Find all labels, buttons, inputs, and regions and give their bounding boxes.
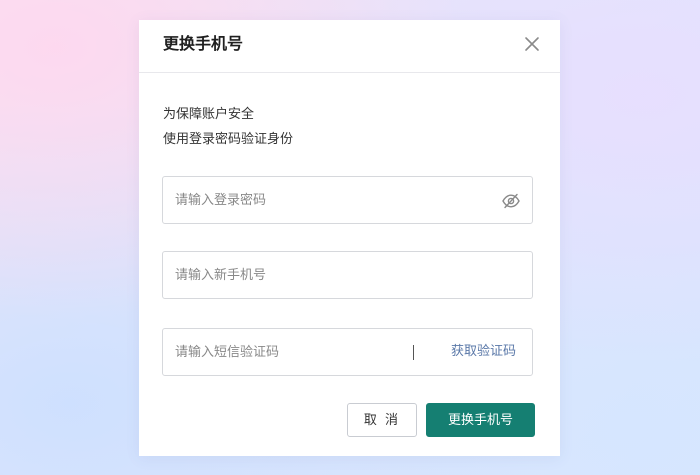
close-icon	[522, 34, 542, 54]
code-divider	[413, 345, 414, 360]
sms-code-input[interactable]	[175, 329, 405, 375]
notice-line-1: 为保障账户安全	[163, 107, 255, 122]
dialog-header: 更换手机号	[139, 20, 560, 73]
close-button[interactable]	[522, 34, 542, 54]
new-phone-field	[162, 251, 533, 299]
get-code-button[interactable]: 获取验证码	[451, 329, 516, 375]
confirm-change-phone-button[interactable]: 更换手机号	[426, 403, 535, 437]
change-phone-dialog: 更换手机号 为保障账户安全 使用登录密码验证身份 请输入新手机号 请输入短信验证…	[139, 20, 560, 456]
eye-slash-icon	[501, 191, 521, 211]
password-input[interactable]	[175, 177, 495, 223]
cancel-button[interactable]: 取 消	[347, 403, 417, 437]
sms-code-field: 获取验证码	[162, 328, 533, 376]
password-visibility-toggle[interactable]	[501, 191, 521, 211]
security-notice: 为保障账户安全 使用登录密码验证身份	[163, 102, 293, 152]
notice-line-2: 使用登录密码验证身份	[163, 132, 294, 147]
new-phone-input[interactable]	[175, 252, 520, 298]
password-field	[162, 176, 533, 224]
dialog-title: 更换手机号	[163, 34, 244, 53]
